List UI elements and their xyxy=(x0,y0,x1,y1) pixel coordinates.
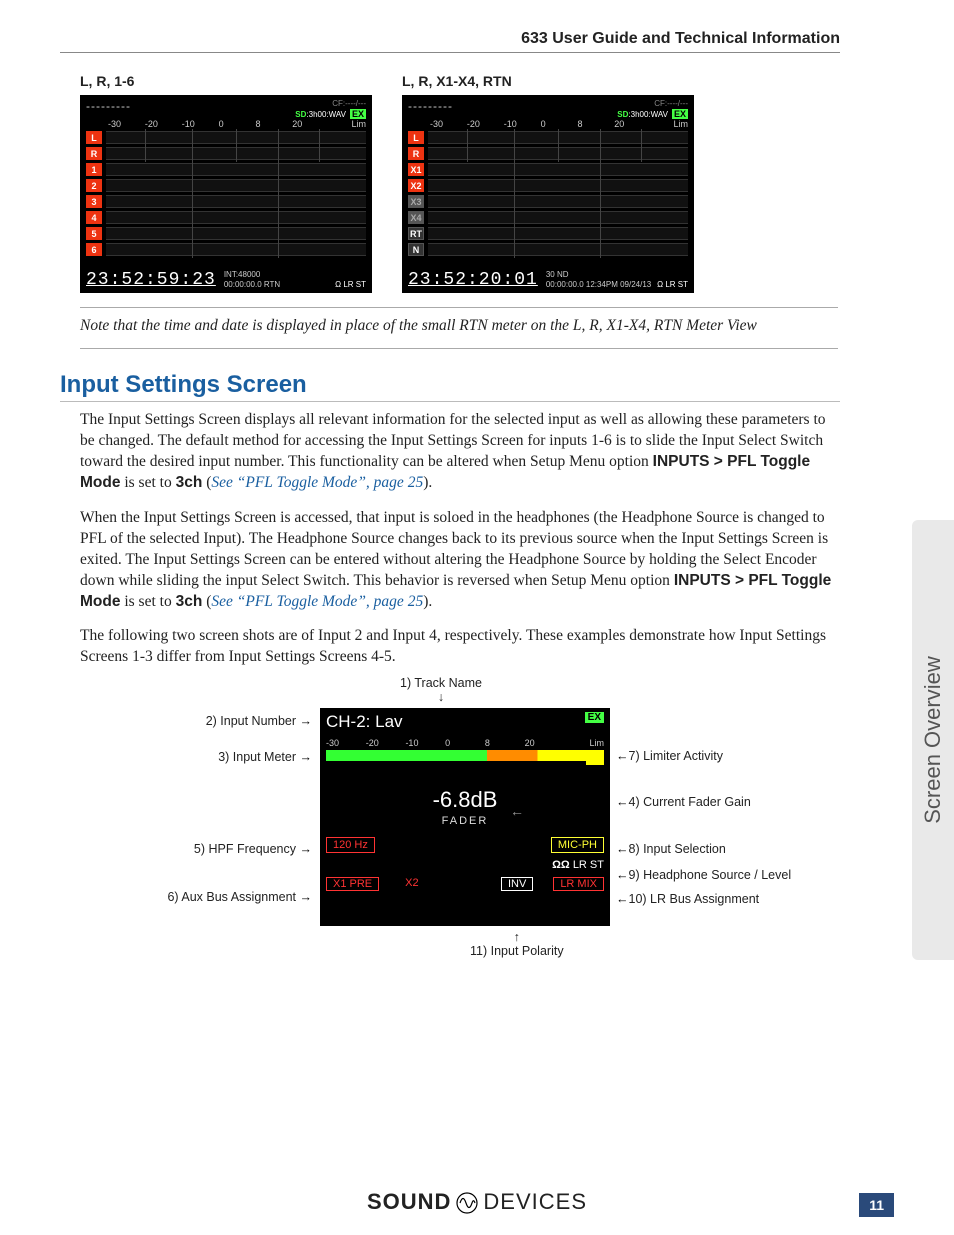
side-tab: Screen Overview xyxy=(912,520,954,960)
hpf-value: 120 Hz xyxy=(326,837,375,853)
note-block: Note that the time and date is displayed… xyxy=(80,307,838,349)
callout-3: 3) Input Meter xyxy=(199,750,312,764)
figure-left: L, R, 1-6 --------- CF:----/--- SD:3h00:… xyxy=(80,73,372,293)
footer-brand: SOUNDDEVICES xyxy=(0,1189,954,1215)
callout-5: 5) HPF Frequency xyxy=(173,842,312,856)
callout-7: 7) Limiter Activity xyxy=(616,749,723,763)
meter-view-left: --------- CF:----/--- SD:3h00:WAVEX -30-… xyxy=(80,95,372,293)
hp-source: Ω LR ST xyxy=(335,280,366,290)
callout-2: 2) Input Number xyxy=(186,714,312,728)
callout-11: 11) Input Polarity xyxy=(470,930,564,958)
meter-view-right: --------- CF:----/--- SD:3h00:WAVEX -30-… xyxy=(402,95,694,293)
annotated-figure: 1) Track Name 2) Input Number 3) Input M… xyxy=(100,682,800,1002)
figure-right: L, R, X1-X4, RTN --------- CF:----/--- S… xyxy=(402,73,694,293)
para-2: When the Input Settings Screen is access… xyxy=(80,508,838,613)
cf-status: CF:----/--- xyxy=(295,99,366,109)
ex-icon: EX xyxy=(672,109,688,119)
callout-1: 1) Track Name xyxy=(400,676,482,704)
row-label-R: R xyxy=(86,147,102,160)
lr-bus: LR MIX xyxy=(553,877,604,891)
input-settings-screen: CH-2: Lav EX -30-20-100820Lim -6.8dB ← F… xyxy=(320,708,610,926)
section-heading: Input Settings Screen xyxy=(60,371,840,402)
input-title: CH-2: Lav xyxy=(326,712,604,732)
figure-right-caption: L, R, X1-X4, RTN xyxy=(402,73,694,89)
para-3: The following two screen shots are of In… xyxy=(80,626,838,668)
body-text: The Input Settings Screen displays all r… xyxy=(80,410,838,668)
page-number: 11 xyxy=(859,1193,894,1217)
wave-icon xyxy=(455,1191,479,1215)
side-tab-label: Screen Overview xyxy=(920,656,946,824)
link-pfl-toggle-2[interactable]: See “PFL Toggle Mode”, page 25 xyxy=(211,593,423,610)
row-label-L: L xyxy=(86,131,102,144)
timecode: 23:52:20:01 xyxy=(408,270,538,290)
figures-row: L, R, 1-6 --------- CF:----/--- SD:3h00:… xyxy=(80,73,894,293)
figure-left-caption: L, R, 1-6 xyxy=(80,73,372,89)
brand-logo: SOUNDDEVICES xyxy=(367,1189,587,1215)
callout-10: 10) LR Bus Assignment xyxy=(616,892,759,906)
ex-icon: EX xyxy=(585,712,604,723)
aux-x2: X2 xyxy=(399,877,424,891)
ex-icon: EX xyxy=(350,109,366,119)
callout-4: 4) Current Fader Gain xyxy=(616,795,751,809)
arrow-icon: ← xyxy=(510,803,524,819)
aux-x1: X1 PRE xyxy=(326,877,379,891)
polarity: INV xyxy=(501,877,533,891)
callout-9: 9) Headphone Source / Level xyxy=(616,868,791,882)
link-pfl-toggle-1[interactable]: See “PFL Toggle Mode”, page 25 xyxy=(211,474,423,491)
hp-source: Ω LR ST xyxy=(326,859,604,871)
para-1: The Input Settings Screen displays all r… xyxy=(80,410,838,494)
callout-6: 6) Aux Bus Assignment xyxy=(141,890,312,904)
page-header: 633 User Guide and Technical Information xyxy=(60,30,840,53)
meter-scale: -30-20-100820Lim xyxy=(86,119,366,129)
timecode: 23:52:59:23 xyxy=(86,270,216,290)
callout-8: 8) Input Selection xyxy=(616,842,726,856)
input-selection: MIC-PH xyxy=(551,837,604,853)
fader-display: -6.8dB ← FADER xyxy=(326,787,604,827)
input-meter xyxy=(326,750,604,761)
limiter-activity xyxy=(586,761,604,765)
